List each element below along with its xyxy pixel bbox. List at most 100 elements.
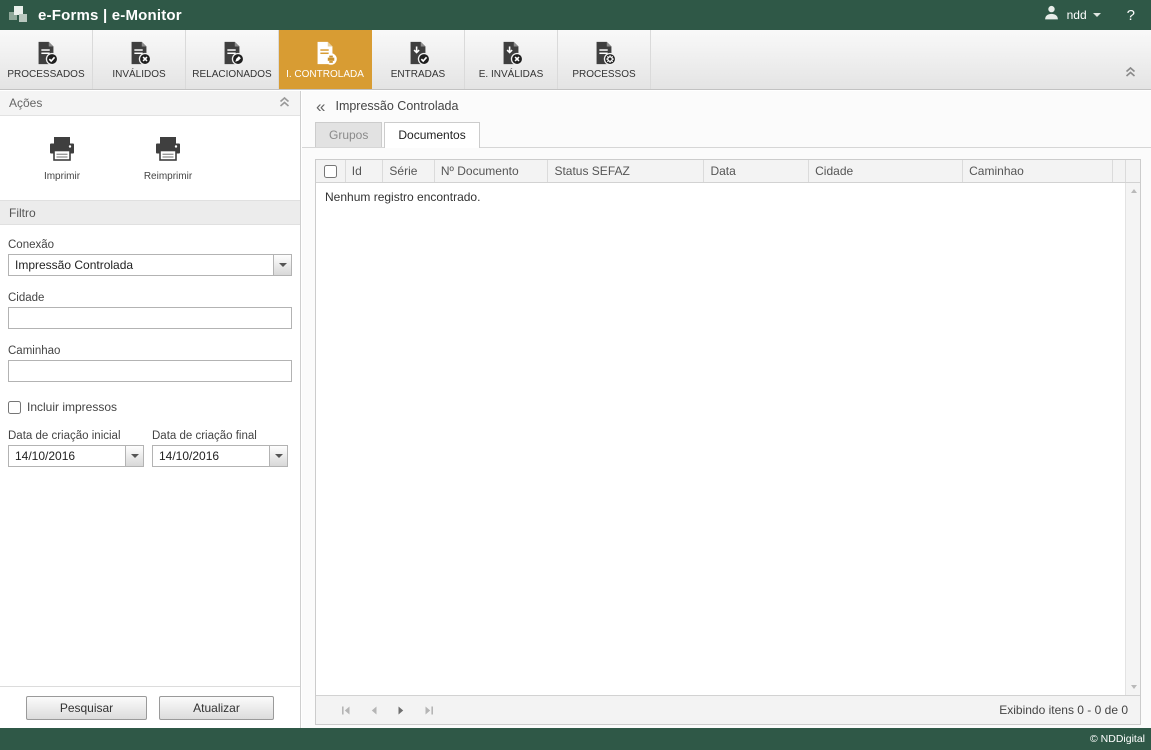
toolbar-collapse-icon[interactable] [1124,65,1137,83]
toolbar-item-label: I. CONTROLADA [286,69,364,80]
collapse-sidebar-icon[interactable]: « [316,98,325,115]
column-header-caminhao[interactable]: Caminhao [963,160,1113,182]
grid-body: Nenhum registro encontrado. [316,183,1140,695]
scroll-up-icon[interactable] [1126,184,1140,198]
imprimir-button[interactable]: Imprimir [24,135,100,182]
column-header-cidade[interactable]: Cidade [809,160,963,182]
column-header-serie[interactable]: Série [383,160,434,182]
document-print-icon [312,40,338,66]
app-title: e-Forms | e-Monitor [38,7,182,24]
toolbar-item-i-controlada[interactable]: I. CONTROLADA [279,30,372,89]
scroll-down-icon[interactable] [1126,680,1140,694]
user-menu[interactable]: ndd [1067,8,1101,22]
conexao-label: Conexão [8,239,292,251]
toolbar-item-processados[interactable]: PROCESSADOS [0,30,93,89]
actions-row: Imprimir Reimprimir [0,116,300,200]
pesquisar-button[interactable]: Pesquisar [26,696,147,720]
cidade-label: Cidade [8,292,292,304]
printer-icon [47,135,77,168]
column-header-data[interactable]: Data [704,160,809,182]
app-window: e-Forms | e-Monitor ndd ? PROCESSADOS IN… [0,0,1151,750]
caret-down-icon [131,454,139,462]
reimprimir-button[interactable]: Reimprimir [130,135,206,182]
data-inicial-label: Data de criação inicial [8,430,144,442]
reimprimir-label: Reimprimir [144,171,192,182]
data-final-dropdown-button[interactable] [269,446,287,466]
incluir-impressos-label: Incluir impressos [27,400,117,414]
filter-panel-title: Filtro [9,206,36,220]
tab-documentos[interactable]: Documentos [384,122,479,148]
document-check-icon [33,40,59,66]
toolbar-item-invalidos[interactable]: INVÁLIDOS [93,30,186,89]
tab-grupos[interactable]: Grupos [315,122,382,147]
document-edit-icon [219,40,245,66]
conexao-dropdown-button[interactable] [273,255,291,275]
bottom-bar: © NDDigital [0,728,1151,750]
caret-down-icon [275,454,283,462]
dates-row: Data de criação inicial 14/10/2016 Data … [8,420,292,467]
main-header: « Impressão Controlada [302,91,1151,121]
document-arrow-check-icon [405,40,431,66]
ribbon-toolbar: PROCESSADOS INVÁLIDOS RELACIONADOS I. CO… [0,30,1151,90]
sidebar-footer: Pesquisar Atualizar [0,686,300,728]
documents-grid: Id Série Nº Documento Status SEFAZ Data … [315,159,1141,725]
toolbar-item-label: RELACIONADOS [192,69,271,80]
toolbar-item-label: E. INVÁLIDAS [479,69,543,80]
user-icon [1043,4,1060,26]
sidebar: Ações Imprimir Reimprimir Filtro [0,91,301,728]
caret-down-icon [279,263,287,271]
caminhao-input[interactable] [8,360,292,382]
main-content: « Impressão Controlada Grupos Documentos… [302,91,1151,728]
empty-message: Nenhum registro encontrado. [325,190,480,204]
scrollbar-spacer [1125,160,1140,182]
toolbar-item-entradas[interactable]: ENTRADAS [372,30,465,89]
filter-panel-header: Filtro [0,200,300,225]
pagination-status: Exibindo itens 0 - 0 de 0 [999,703,1128,717]
toolbar-item-e-invalidas[interactable]: E. INVÁLIDAS [465,30,558,89]
data-final-label: Data de criação final [152,430,288,442]
last-page-icon[interactable] [424,705,435,716]
toolbar-item-processos[interactable]: PROCESSOS [558,30,651,89]
data-inicial-dropdown-button[interactable] [125,446,143,466]
copyright-text: © NDDigital [1090,733,1145,745]
document-x-icon [126,40,152,66]
app-logo [8,5,28,25]
filter-form: Conexão Impressão Controlada Cidade Cami… [0,225,300,467]
vertical-scrollbar[interactable] [1125,183,1140,695]
toolbar-item-label: PROCESSOS [572,69,635,80]
printer-icon [153,135,183,168]
conexao-value: Impressão Controlada [15,258,133,272]
previous-page-icon[interactable] [368,705,379,716]
first-page-icon[interactable] [340,705,351,716]
incluir-impressos-row: Incluir impressos [8,400,292,414]
document-arrow-x-icon [498,40,524,66]
grid-header: Id Série Nº Documento Status SEFAZ Data … [316,160,1140,183]
pager [340,705,435,716]
data-final-picker[interactable]: 14/10/2016 [152,445,288,467]
help-button[interactable]: ? [1127,7,1135,24]
incluir-impressos-checkbox[interactable] [8,401,21,414]
column-header-id[interactable]: Id [346,160,384,182]
data-inicial-picker[interactable]: 14/10/2016 [8,445,144,467]
toolbar-item-label: ENTRADAS [391,69,445,80]
column-header-n-documento[interactable]: Nº Documento [435,160,549,182]
cidade-input[interactable] [8,307,292,329]
document-gear-icon [591,40,617,66]
actions-panel-header: Ações [0,91,300,116]
tab-strip: Grupos Documentos [302,121,1151,148]
toolbar-item-relacionados[interactable]: RELACIONADOS [186,30,279,89]
select-all-cell [316,160,346,182]
sidebar-spacer [0,467,300,686]
data-final-value: 14/10/2016 [159,449,219,463]
grid-footer: Exibindo itens 0 - 0 de 0 [316,695,1140,724]
top-bar: e-Forms | e-Monitor ndd ? [0,0,1151,30]
caminhao-label: Caminhao [8,345,292,357]
select-all-checkbox[interactable] [324,165,337,178]
imprimir-label: Imprimir [44,171,80,182]
actions-panel-title: Ações [9,96,42,110]
conexao-select[interactable]: Impressão Controlada [8,254,292,276]
atualizar-button[interactable]: Atualizar [159,696,274,720]
next-page-icon[interactable] [396,705,407,716]
actions-collapse-icon[interactable] [278,96,291,111]
column-header-status-sefaz[interactable]: Status SEFAZ [548,160,704,182]
